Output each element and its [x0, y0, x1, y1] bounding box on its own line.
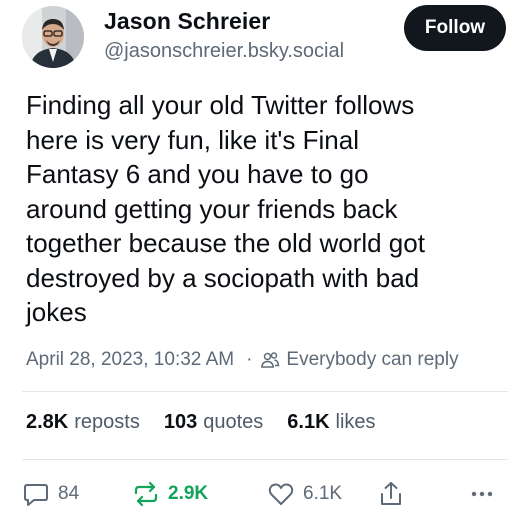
reply-button[interactable]: 84: [22, 478, 79, 510]
post-timestamp[interactable]: April 28, 2023, 10:32 AM: [26, 349, 234, 371]
avatar[interactable]: [22, 6, 84, 68]
reply-count: 84: [58, 483, 80, 504]
share-button[interactable]: [377, 478, 413, 510]
likes-count: 6.1K: [287, 411, 330, 433]
quotes-stat[interactable]: 103 quotes: [164, 411, 263, 434]
likes-label: likes: [335, 411, 376, 433]
repost-count: 2.9K: [168, 483, 209, 504]
avatar-photo: [22, 6, 84, 68]
follow-button[interactable]: Follow: [404, 5, 506, 51]
repost-arrows-icon: [134, 481, 158, 507]
repost-button[interactable]: 2.9K: [132, 478, 208, 510]
author-display-name[interactable]: Jason Schreier: [104, 8, 270, 35]
post-body: Finding all your old Twitter follows her…: [26, 90, 425, 327]
quotes-count: 103: [163, 411, 198, 433]
author-handle[interactable]: @jasonschreier.bsky.social: [104, 40, 344, 63]
like-count: 6.1K: [303, 483, 343, 504]
likes-stat[interactable]: 6.1K likes: [287, 411, 375, 434]
post-meta: April 28, 2023, 10:32 AM · Everybody can…: [26, 348, 459, 372]
post-header: Jason Schreier @jasonschreier.bsky.socia…: [0, 0, 526, 80]
like-button[interactable]: 6.1K: [267, 478, 342, 510]
reply-setting[interactable]: Everybody can reply: [286, 349, 458, 371]
action-bar: 84 2.9K 6.1K: [22, 478, 508, 510]
people-icon: [260, 350, 280, 370]
divider: [22, 459, 508, 460]
share-icon: [381, 482, 401, 505]
divider: [22, 391, 508, 392]
heart-icon: [268, 483, 294, 505]
reposts-count: 2.8K: [26, 411, 69, 433]
reposts-label: reposts: [74, 411, 140, 433]
quotes-label: quotes: [203, 411, 264, 433]
speech-bubble-icon: [24, 484, 48, 506]
engagement-stats: 2.8K reposts 103 quotes 6.1K likes: [26, 411, 400, 434]
more-options-button[interactable]: [468, 478, 504, 510]
meta-separator: ·: [246, 349, 253, 370]
reposts-stat[interactable]: 2.8K reposts: [26, 411, 140, 434]
ellipsis-icon: [471, 491, 493, 497]
